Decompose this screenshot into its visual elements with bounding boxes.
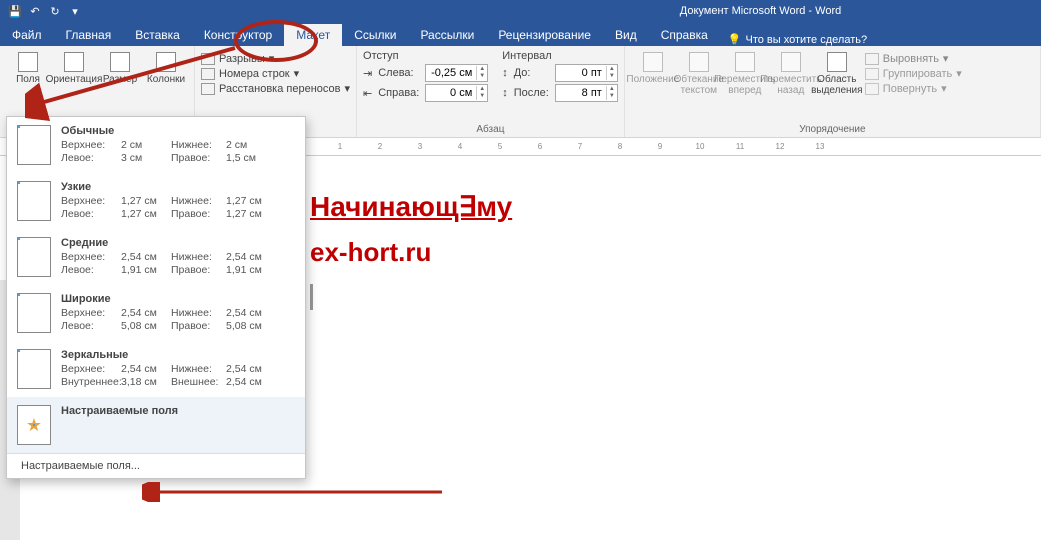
tab-help[interactable]: Справка <box>649 24 720 46</box>
text-cursor <box>310 284 313 310</box>
forward-icon <box>735 52 755 72</box>
indent-title: Отступ <box>363 50 488 62</box>
doc-heading-2[interactable]: ex-hort.ru <box>310 237 512 268</box>
spacing-before-icon: ↕ <box>502 67 508 79</box>
spacing-after-icon: ↕ <box>502 87 508 99</box>
tab-references[interactable]: Ссылки <box>342 24 408 46</box>
indent-left-icon: ⇥ <box>363 67 372 80</box>
margins-preset-1[interactable]: УзкиеВерхнее:1,27 смНижнее:1,27 смЛевое:… <box>7 173 305 229</box>
selection-pane-icon <box>827 52 847 72</box>
align-icon <box>865 53 879 65</box>
hyphenation-icon <box>201 83 215 95</box>
group-arrange-label: Упорядочение <box>631 122 1034 135</box>
send-backward-button[interactable]: Переместить назад <box>769 50 813 98</box>
undo-icon[interactable]: ↶ <box>28 4 42 18</box>
lightbulb-icon: 💡 <box>728 33 742 46</box>
redo-icon[interactable]: ↻ <box>48 4 62 18</box>
size-button[interactable]: Размер <box>98 50 142 87</box>
margins-preset-icon <box>17 125 51 165</box>
hyphenation-button[interactable]: Расстановка переносов▾ <box>201 82 350 95</box>
margins-preset-icon <box>17 237 51 277</box>
group-icon <box>865 68 879 80</box>
orientation-icon <box>64 52 84 72</box>
group-paragraph-label: Абзац <box>363 122 618 135</box>
margins-dropdown: ОбычныеВерхнее:2 смНижнее:2 смЛевое:3 см… <box>6 116 306 479</box>
margins-preset-icon <box>17 181 51 221</box>
tab-home[interactable]: Главная <box>54 24 124 46</box>
margins-last-used[interactable]: ★ Настраиваемые поля <box>7 397 305 453</box>
indent-right-icon: ⇤ <box>363 87 372 100</box>
group-arrange: Положение Обтекание текстом Переместить … <box>625 46 1041 137</box>
tab-insert[interactable]: Вставка <box>123 24 192 46</box>
window-title: Документ Microsoft Word - Word <box>680 5 841 17</box>
custom-margins-link[interactable]: Настраиваемые поля... <box>7 453 305 478</box>
rotate-button[interactable]: Повернуть▾ <box>865 82 962 95</box>
line-numbers-button[interactable]: Номера строк▾ <box>201 67 350 80</box>
position-icon <box>643 52 663 72</box>
breaks-button[interactable]: Разрывы▾ <box>201 52 350 65</box>
group-button[interactable]: Группировать▾ <box>865 67 962 80</box>
position-button[interactable]: Положение <box>631 50 675 87</box>
margins-preset-0[interactable]: ОбычныеВерхнее:2 смНижнее:2 смЛевое:3 см… <box>7 117 305 173</box>
indent-right-input[interactable]: ▲▼ <box>425 84 488 102</box>
columns-icon <box>156 52 176 72</box>
quick-access-toolbar: 💾 ↶ ↻ ▾ <box>0 4 90 18</box>
margins-preset-4[interactable]: ЗеркальныеВерхнее:2,54 смНижнее:2,54 смВ… <box>7 341 305 397</box>
orientation-button[interactable]: Ориентация <box>52 50 96 87</box>
tab-mailings[interactable]: Рассылки <box>408 24 486 46</box>
spacing-title: Интервал <box>502 50 618 62</box>
line-numbers-icon <box>201 68 215 80</box>
margins-icon <box>18 52 38 72</box>
tab-view[interactable]: Вид <box>603 24 649 46</box>
align-button[interactable]: Выровнять▾ <box>865 52 962 65</box>
backward-icon <box>781 52 801 72</box>
margins-star-icon: ★ <box>17 405 51 445</box>
indent-left-input[interactable]: ▲▼ <box>425 64 488 82</box>
wrap-icon <box>689 52 709 72</box>
size-icon <box>110 52 130 72</box>
spacing-after-input[interactable]: ▲▼ <box>555 84 618 102</box>
margins-button[interactable]: Поля <box>6 50 50 87</box>
breaks-icon <box>201 53 215 65</box>
qat-customize-icon[interactable]: ▾ <box>68 4 82 18</box>
tell-me[interactable]: 💡 Что вы хотите сделать? <box>720 33 875 46</box>
document-area[interactable]: Начинающ∃му ex-hort.ru <box>310 190 512 310</box>
margins-preset-2[interactable]: СредниеВерхнее:2,54 смНижнее:2,54 смЛево… <box>7 229 305 285</box>
title-bar: 💾 ↶ ↻ ▾ Документ Microsoft Word - Word <box>0 0 1041 22</box>
ribbon-tabs: Файл Главная Вставка Конструктор Макет С… <box>0 22 1041 46</box>
tab-layout[interactable]: Макет <box>284 24 342 46</box>
margins-preset-icon <box>17 293 51 333</box>
tab-design[interactable]: Конструктор <box>192 24 284 46</box>
rotate-icon <box>865 83 879 95</box>
annotation-arrow-2 <box>142 482 452 502</box>
save-icon[interactable]: 💾 <box>8 4 22 18</box>
group-paragraph: Отступ ⇥ Слева: ▲▼ ⇤ Справа: ▲▼ Интервал… <box>357 46 625 137</box>
tab-review[interactable]: Рецензирование <box>486 24 603 46</box>
spacing-before-input[interactable]: ▲▼ <box>555 64 618 82</box>
margins-preset-icon <box>17 349 51 389</box>
doc-heading-1[interactable]: Начинающ∃му <box>310 190 512 223</box>
columns-button[interactable]: Колонки <box>144 50 188 87</box>
margins-preset-3[interactable]: ШирокиеВерхнее:2,54 смНижнее:2,54 смЛево… <box>7 285 305 341</box>
tab-file[interactable]: Файл <box>0 24 54 46</box>
